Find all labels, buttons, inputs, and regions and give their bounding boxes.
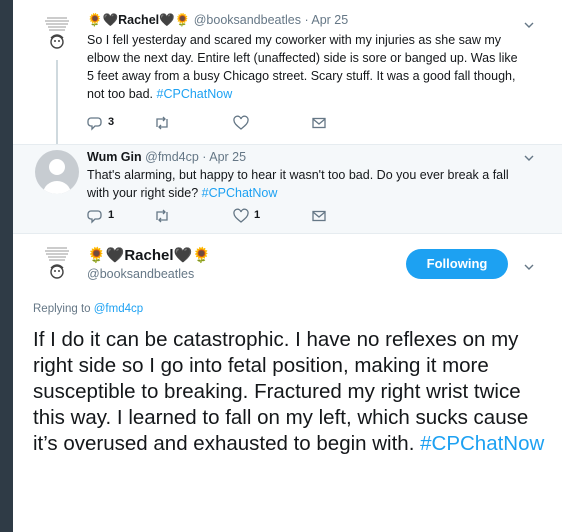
following-button[interactable]: Following (406, 249, 508, 279)
reply-count: 3 (108, 116, 115, 128)
tweet-actions: 3 (87, 115, 347, 131)
thread-line (56, 60, 58, 144)
avatar[interactable] (35, 12, 79, 56)
avatar[interactable] (35, 242, 79, 286)
avatar[interactable] (35, 150, 79, 194)
handle[interactable]: @fmd4cp (145, 150, 199, 164)
like-button[interactable]: 1 (233, 208, 273, 224)
retweet-button[interactable] (153, 115, 183, 131)
timestamp[interactable]: · Apr 25 (202, 150, 246, 164)
like-count: 1 (254, 209, 261, 221)
display-name[interactable]: 🌻🖤Rachel🖤🌻 (87, 13, 190, 27)
reply-button[interactable]: 1 (87, 208, 137, 224)
hashtag-link[interactable]: #CPChatNow (157, 87, 233, 101)
retweet-icon (156, 209, 168, 223)
tweet-body: So I fell yesterday and scared my cowork… (87, 33, 518, 101)
display-name[interactable]: Wum Gin (87, 150, 142, 164)
reply-button[interactable]: 3 (87, 115, 137, 131)
tweet-rachel[interactable]: 🌻🖤Rachel🖤🌻 @booksandbeatles · Apr 25 So … (13, 0, 562, 144)
chevron-down-icon[interactable] (524, 20, 534, 30)
retweet-button[interactable] (153, 208, 183, 224)
main-tweet-handle[interactable]: @booksandbeatles (87, 267, 194, 281)
tweet-body: That's alarming, but happy to hear it wa… (87, 168, 509, 200)
retweet-icon (156, 116, 168, 130)
replying-to-link[interactable]: @fmd4cp (94, 303, 143, 315)
hashtag-link[interactable]: #CPChatNow (420, 432, 544, 455)
main-tweet-name[interactable]: 🌻🖤Rachel🖤🌻 (87, 246, 211, 264)
message-button[interactable] (311, 208, 331, 224)
timestamp[interactable]: · Apr 25 (304, 13, 348, 27)
reply-icon (87, 117, 102, 131)
handle[interactable]: @booksandbeatles (194, 13, 301, 27)
tweet-thread: 🌻🖤Rachel🖤🌻 @booksandbeatles · Apr 25 So … (13, 0, 562, 532)
tweet-header: 🌻🖤Rachel🖤🌻 @booksandbeatles · Apr 25 (87, 13, 348, 28)
replying-label: Replying to (33, 303, 91, 315)
display-name[interactable]: 🌻🖤Rachel🖤🌻 (87, 247, 211, 264)
heart-icon (233, 115, 249, 130)
tweet-text: So I fell yesterday and scared my cowork… (87, 31, 527, 103)
message-button[interactable] (311, 115, 331, 131)
replying-to: Replying to @fmd4cp (33, 303, 143, 315)
main-tweet-text: If I do it can be catastrophic. I have n… (33, 327, 553, 457)
like-button[interactable] (233, 115, 263, 131)
tweet-text: That's alarming, but happy to hear it wa… (87, 166, 527, 202)
tweet-header: Wum Gin @fmd4cp · Apr 25 (87, 150, 246, 164)
chevron-down-icon[interactable] (524, 262, 534, 272)
heart-icon (233, 208, 249, 223)
reply-icon (87, 210, 102, 224)
chevron-down-icon[interactable] (524, 153, 534, 163)
envelope-icon (312, 117, 326, 129)
hashtag-link[interactable]: #CPChatNow (202, 186, 278, 200)
tweet-actions: 1 1 (87, 208, 347, 224)
envelope-icon (312, 210, 326, 222)
handle[interactable]: @booksandbeatles (87, 267, 194, 281)
reply-count: 1 (108, 209, 115, 221)
tweet-wum-gin[interactable]: Wum Gin @fmd4cp · Apr 25 That's alarming… (13, 145, 562, 233)
